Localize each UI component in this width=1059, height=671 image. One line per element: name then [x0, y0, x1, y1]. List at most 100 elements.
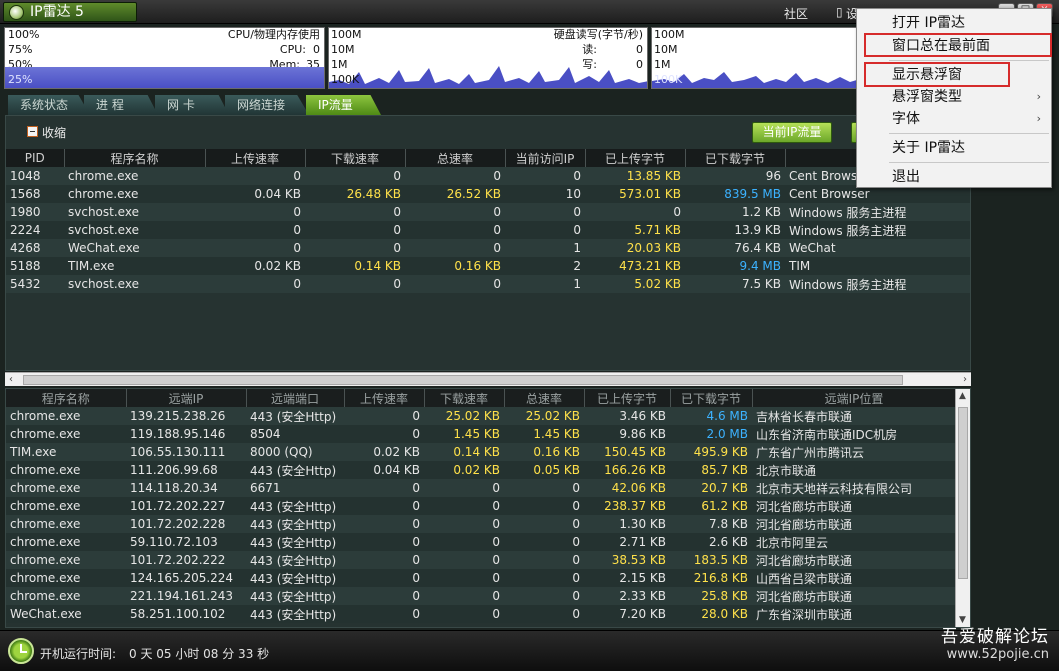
conn-header-3[interactable]: 上传速率: [344, 389, 425, 407]
settings-icon[interactable]: ▯: [836, 5, 843, 19]
menu-exit[interactable]: 退出: [857, 166, 1051, 188]
table-cell: chrome.exe: [6, 587, 126, 605]
conn-header-6[interactable]: 已上传字节: [584, 389, 671, 407]
conn-header-0[interactable]: 程序名称: [6, 389, 127, 407]
table-row[interactable]: chrome.exe 101.72.202.228 443 (安全Http) 0 0 0 1…: [6, 515, 956, 533]
table-cell: svchost.exe: [64, 275, 205, 293]
table-row[interactable]: chrome.exe 124.165.205.224 443 (安全Http) 0 0 0…: [6, 569, 956, 587]
current-ip-traffic-button[interactable]: 当前IP流量: [752, 122, 832, 143]
table-cell: 0: [504, 497, 584, 515]
table-row[interactable]: chrome.exe 139.215.238.26 443 (安全Http) 0 25.…: [6, 407, 956, 425]
scroll-up-arrow-icon[interactable]: ▲: [959, 391, 966, 401]
cpu-memory-monitor: 100% 75% 50% CPU/物理内存使用 CPU: 0 Mem: 35 2…: [4, 27, 325, 89]
process-header-5[interactable]: 当前访问IP: [505, 149, 586, 167]
table-row[interactable]: 5432 svchost.exe 0 0 0 1 5.02 KB 7.5 KB Windows …: [6, 275, 970, 293]
table-cell: 0: [305, 203, 405, 221]
connection-vertical-scrollbar[interactable]: ▲ ▼: [955, 389, 970, 627]
tab-nic[interactable]: 网 卡: [155, 95, 229, 115]
table-cell: 25.8 KB: [670, 587, 752, 605]
table-cell: 0: [344, 587, 424, 605]
table-row[interactable]: chrome.exe 114.118.20.34 6671 0 0 0 42.06 KB 20…: [6, 479, 956, 497]
table-cell: 4.6 MB: [670, 407, 752, 425]
table-cell: 北京市阿里云: [752, 533, 956, 551]
scroll-thumb[interactable]: [23, 375, 903, 385]
process-header-2[interactable]: 上传速率: [205, 149, 306, 167]
process-header-4[interactable]: 总速率: [405, 149, 506, 167]
tab-process[interactable]: 进 程: [84, 95, 158, 115]
collapse-icon[interactable]: [27, 126, 38, 137]
table-row[interactable]: chrome.exe 221.194.161.243 443 (安全Http) 0 0 0…: [6, 587, 956, 605]
menu-about[interactable]: 关于 IP雷达: [857, 137, 1051, 159]
table-cell: 0: [305, 221, 405, 239]
table-row[interactable]: 2224 svchost.exe 0 0 0 0 5.71 KB 13.9 KB Windows…: [6, 221, 970, 239]
table-cell: chrome.exe: [6, 461, 126, 479]
process-header-1[interactable]: 程序名称: [64, 149, 206, 167]
table-cell: 124.165.205.224: [126, 569, 246, 587]
table-cell: 13.85 KB: [585, 167, 685, 185]
table-cell: 25.02 KB: [424, 407, 504, 425]
table-cell: 216.8 KB: [670, 569, 752, 587]
process-header-6[interactable]: 已上传字节: [585, 149, 686, 167]
process-header-3[interactable]: 下载速率: [305, 149, 406, 167]
scroll-left-arrow-icon[interactable]: ‹: [9, 374, 13, 385]
process-header-0[interactable]: PID: [6, 149, 65, 167]
table-cell: 0: [405, 203, 505, 221]
table-row[interactable]: WeChat.exe 58.251.100.102 443 (安全Http) 0 0 0 7…: [6, 605, 956, 623]
table-cell: 0: [344, 425, 424, 443]
table-cell: 广东省深圳市联通: [752, 605, 956, 623]
table-row[interactable]: chrome.exe 111.206.99.68 443 (安全Http) 0.04 …: [6, 461, 956, 479]
table-cell: 114.118.20.34: [126, 479, 246, 497]
table-row[interactable]: 1568 chrome.exe 0.04 KB 26.48 KB 26.52 KB 10 5…: [6, 185, 970, 203]
table-row[interactable]: chrome.exe 101.72.202.227 443 (安全Http) 0 0 0 2…: [6, 497, 956, 515]
table-cell: 443 (安全Http): [246, 515, 344, 533]
table-row[interactable]: 1980 svchost.exe 0 0 0 0 0 1.2 KB Windows 服务主进程: [6, 203, 970, 221]
radar-logo-icon: [9, 5, 24, 20]
tab-system-status[interactable]: 系统状态: [8, 95, 90, 115]
conn-header-5[interactable]: 总速率: [504, 389, 585, 407]
community-link[interactable]: 社区: [784, 5, 808, 22]
table-cell: 1.2 KB: [685, 203, 785, 221]
table-row[interactable]: TIM.exe 106.55.130.111 8000 (QQ) 0.02 KB 0.1…: [6, 443, 956, 461]
table-row[interactable]: chrome.exe 119.188.95.146 8504 0 1.45 KB 1.45…: [6, 425, 956, 443]
menu-float-window-type[interactable]: 悬浮窗类型 ›: [857, 86, 1051, 108]
table-cell: 101.72.202.227: [126, 497, 246, 515]
process-toolbar: 收缩 当前IP流量: [6, 116, 970, 149]
scroll-right-arrow-icon[interactable]: ›: [963, 374, 967, 385]
vertical-scroll-thumb[interactable]: [958, 407, 968, 579]
conn-header-2[interactable]: 远端端口: [246, 389, 345, 407]
menu-open-ip-radar[interactable]: 打开 IP雷达: [857, 12, 1051, 34]
conn-header-7[interactable]: 已下载字节: [670, 389, 753, 407]
table-cell: WeChat.exe: [64, 239, 205, 257]
table-cell: 0.16 KB: [504, 443, 584, 461]
table-cell: 1.45 KB: [504, 425, 584, 443]
highlight-box-always-on-top: [864, 33, 1052, 57]
collapse-label[interactable]: 收缩: [42, 124, 66, 141]
process-horizontal-scrollbar[interactable]: ‹ ›: [5, 372, 971, 386]
process-header-7[interactable]: 已下载字节: [685, 149, 786, 167]
menu-float-window-type-label: 悬浮窗类型: [892, 89, 962, 105]
table-cell: 58.251.100.102: [126, 605, 246, 623]
table-cell: 0: [405, 221, 505, 239]
table-cell: TIM.exe: [6, 443, 126, 461]
menu-font[interactable]: 字体 ›: [857, 108, 1051, 130]
table-row[interactable]: chrome.exe 101.72.202.222 443 (安全Http) 0 0 0 3…: [6, 551, 956, 569]
table-cell: 0: [344, 515, 424, 533]
tab-ip-traffic[interactable]: IP流量: [306, 95, 381, 115]
table-row[interactable]: 4268 WeChat.exe 0 0 0 1 20.03 KB 76.4 KB WeChat: [6, 239, 970, 257]
table-cell: 0.14 KB: [424, 443, 504, 461]
conn-header-4[interactable]: 下载速率: [424, 389, 505, 407]
table-row[interactable]: 5188 TIM.exe 0.02 KB 0.14 KB 0.16 KB 2 473.21 …: [6, 257, 970, 275]
table-cell: 1.45 KB: [424, 425, 504, 443]
table-cell: 5188: [6, 257, 64, 275]
disk-io-monitor: 100M 10M 1M 硬盘读写(字节/秒) 读: 0 写: 0 100K: [328, 27, 648, 89]
table-cell: 0.04 KB: [344, 461, 424, 479]
table-cell: 0: [205, 221, 305, 239]
tab-network-connection[interactable]: 网络连接: [225, 95, 309, 115]
table-cell: Windows 服务主进程: [785, 203, 970, 221]
connection-table: 程序名称 远端IP 远端端口 上传速率 下载速率 总速率 已上传字节 已下载字节 远端IP位置 …: [6, 389, 957, 623]
conn-header-8[interactable]: 远端IP位置: [752, 389, 957, 407]
table-row[interactable]: 1048 chrome.exe 0 0 0 0 13.85 KB 96 Cent Browser: [6, 167, 970, 185]
cpu-scale-25: 25%: [8, 73, 33, 86]
table-row[interactable]: chrome.exe 59.110.72.103 443 (安全Http) 0 0 0 2.…: [6, 533, 956, 551]
conn-header-1[interactable]: 远端IP: [126, 389, 247, 407]
